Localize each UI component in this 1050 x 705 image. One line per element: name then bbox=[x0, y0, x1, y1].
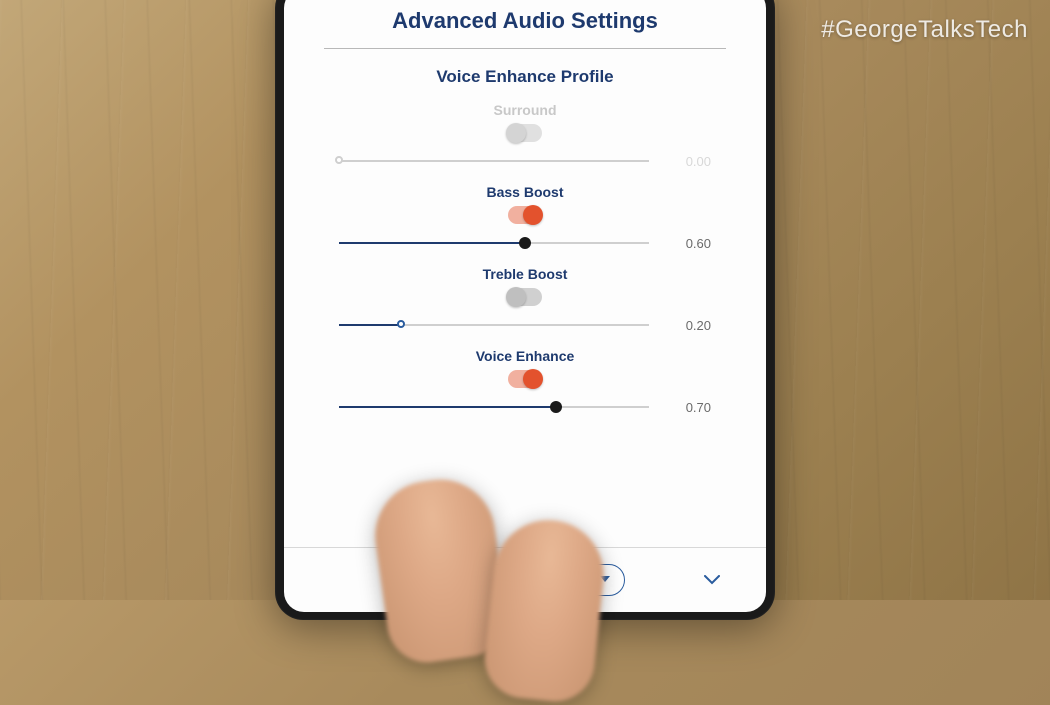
treble-boost-value: 0.20 bbox=[669, 318, 711, 333]
profile-subtitle: Voice Enhance Profile bbox=[284, 49, 766, 97]
voice-enhance-toggle[interactable] bbox=[508, 370, 542, 388]
controls-area: Surround 0.00 Bass Boost bbox=[284, 97, 766, 539]
voice-enhance-label: Voice Enhance bbox=[339, 348, 711, 364]
surround-label: Surround bbox=[339, 102, 711, 118]
voice-enhance-group: Voice Enhance 0.70 bbox=[339, 348, 711, 416]
toggle-knob-icon bbox=[523, 369, 543, 389]
bass-boost-label: Bass Boost bbox=[339, 184, 711, 200]
chevron-down-icon bbox=[704, 575, 720, 585]
bass-boost-slider[interactable] bbox=[339, 234, 649, 252]
page-title: Advanced Audio Settings bbox=[284, 0, 766, 48]
phone-screen: Advanced Audio Settings Voice Enhance Pr… bbox=[284, 0, 766, 612]
treble-boost-toggle[interactable] bbox=[508, 288, 542, 306]
bass-boost-toggle[interactable] bbox=[508, 206, 542, 224]
treble-boost-label: Treble Boost bbox=[339, 266, 711, 282]
expand-button[interactable] bbox=[696, 567, 728, 593]
toggle-knob-icon bbox=[506, 123, 526, 143]
toggle-knob-icon bbox=[523, 205, 543, 225]
bass-boost-group: Bass Boost 0.60 bbox=[339, 184, 711, 252]
treble-boost-slider[interactable] bbox=[339, 316, 649, 334]
video-watermark: #GeorgeTalksTech bbox=[821, 16, 1028, 44]
surround-value: 0.00 bbox=[669, 154, 711, 169]
voice-enhance-slider[interactable] bbox=[339, 398, 649, 416]
surround-slider bbox=[339, 152, 649, 170]
treble-boost-group: Treble Boost 0.20 bbox=[339, 266, 711, 334]
surround-toggle bbox=[508, 124, 542, 142]
surround-group: Surround 0.00 bbox=[339, 102, 711, 170]
bass-boost-value: 0.60 bbox=[669, 236, 711, 251]
toggle-knob-icon bbox=[506, 287, 526, 307]
voice-enhance-value: 0.70 bbox=[669, 400, 711, 415]
